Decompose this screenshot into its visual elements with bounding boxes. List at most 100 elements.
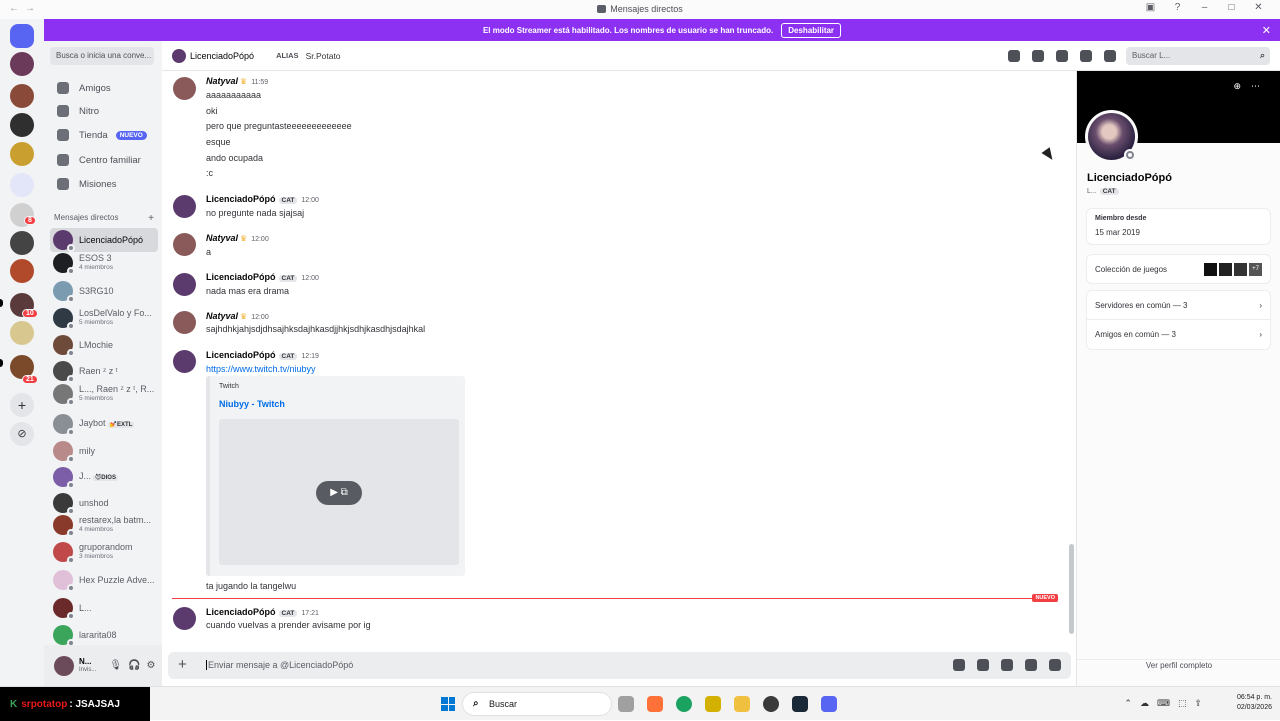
- home-button[interactable]: [10, 24, 34, 48]
- dm-item[interactable]: LicenciadoPópó: [50, 228, 158, 252]
- message-composer[interactable]: + Enviar mensaje a @LicenciadoPópó: [168, 652, 1071, 679]
- avatar: [53, 281, 75, 303]
- headphones-icon[interactable]: 🎧: [128, 660, 146, 671]
- avatar[interactable]: [173, 311, 196, 334]
- gif-icon[interactable]: [977, 659, 989, 671]
- avatar[interactable]: [54, 655, 74, 676]
- pinned-messages-icon[interactable]: [1056, 50, 1068, 62]
- mutual-friends-row[interactable]: Amigos en común — 3 ›: [1087, 320, 1270, 349]
- server-icon[interactable]: [10, 231, 34, 255]
- gift-icon[interactable]: [953, 659, 965, 671]
- scrollbar[interactable]: [1069, 544, 1074, 634]
- dm-item[interactable]: S3RG10: [50, 279, 158, 303]
- dm-item[interactable]: restarex,la batm... 4 miembros: [50, 513, 158, 537]
- discover-icon[interactable]: ⊘: [10, 422, 34, 446]
- message-author[interactable]: Natyval ♛ 12:00: [206, 233, 269, 243]
- dm-item[interactable]: L...: [50, 596, 158, 620]
- message-author[interactable]: Natyval ♛ 11:59: [206, 76, 268, 86]
- message-author[interactable]: LicenciadoPópó CAT 12:00: [206, 272, 319, 282]
- message-link[interactable]: https://www.twitch.tv/niubyy: [206, 364, 316, 374]
- video-call-icon[interactable]: [1032, 50, 1044, 62]
- nav-friends[interactable]: Amigos: [50, 77, 156, 99]
- disable-streamer-button[interactable]: Deshabilitar: [781, 22, 842, 38]
- message-author[interactable]: LicenciadoPópó CAT 12:19: [206, 350, 319, 360]
- dm-item[interactable]: LMochie: [50, 333, 158, 357]
- dm-item[interactable]: ESOS 34 miembros: [50, 251, 158, 275]
- server-icon[interactable]: [10, 113, 34, 137]
- more-icon[interactable]: ⋯: [1251, 81, 1270, 91]
- windows-start-icon[interactable]: [441, 697, 455, 711]
- embed-media[interactable]: ▶ ⧉: [219, 419, 459, 565]
- app-icon[interactable]: [763, 696, 779, 712]
- avatar[interactable]: [173, 607, 196, 630]
- dm-item[interactable]: L..., Raen ᶻ z ᵗ, R... 5 miembros: [50, 382, 158, 406]
- apps-icon[interactable]: [1049, 659, 1061, 671]
- server-icon[interactable]: [10, 259, 34, 283]
- dm-item[interactable]: gruporandom 3 miembros: [50, 540, 158, 564]
- help-icon[interactable]: ?: [1164, 2, 1191, 13]
- nav-nitro[interactable]: Nitro: [50, 100, 156, 122]
- add-friends-to-dm-icon[interactable]: [1080, 50, 1092, 62]
- avatar[interactable]: [173, 195, 196, 218]
- folder-icon[interactable]: [10, 173, 34, 197]
- clock[interactable]: 06:54 p. m. 02/03/2026: [1237, 693, 1272, 713]
- voice-call-icon[interactable]: [1008, 50, 1020, 62]
- server-icon[interactable]: [10, 321, 34, 345]
- attach-button[interactable]: +: [178, 656, 187, 673]
- dm-item[interactable]: Raen ᶻ z ᵗ: [50, 359, 158, 383]
- minimize-button[interactable]: –: [1191, 2, 1218, 13]
- message-input[interactable]: Enviar mensaje a @LicenciadoPópó: [206, 660, 353, 670]
- game-collection-card[interactable]: Colección de juegos +7: [1086, 254, 1271, 284]
- embed-title[interactable]: Niubyy - Twitch: [219, 399, 285, 409]
- settings-icon[interactable]: ⚙: [147, 660, 162, 671]
- taskbar-search[interactable]: ⌕ Buscar: [462, 692, 612, 716]
- close-window-button[interactable]: ✕: [1245, 2, 1272, 13]
- discord-icon[interactable]: [821, 696, 837, 712]
- dm-item[interactable]: J... 😈DIOS: [50, 465, 158, 489]
- dm-item[interactable]: LosDelValo y Fo... 5 miembros: [50, 306, 158, 330]
- steam-icon[interactable]: [792, 696, 808, 712]
- mutual-servers-row[interactable]: Servidores en común — 3 ›: [1087, 291, 1270, 320]
- server-icon[interactable]: [10, 52, 34, 76]
- emoji-icon[interactable]: [1025, 659, 1037, 671]
- create-dm-button[interactable]: +: [148, 213, 154, 224]
- task-view-icon[interactable]: [618, 696, 634, 712]
- avatar[interactable]: [173, 350, 196, 373]
- chat-search-input[interactable]: Buscar L... ⌕: [1126, 47, 1270, 65]
- profile-avatar[interactable]: [1085, 110, 1138, 163]
- dm-item[interactable]: mily: [50, 439, 158, 463]
- close-icon[interactable]: ✕: [1262, 24, 1271, 37]
- chrome-icon[interactable]: [676, 696, 692, 712]
- avatar: [53, 515, 75, 537]
- user-profile-icon[interactable]: [1104, 50, 1116, 62]
- notes-icon[interactable]: [705, 696, 721, 712]
- nav-family-center[interactable]: Centro familiar: [50, 149, 156, 171]
- avatar[interactable]: [173, 233, 196, 256]
- file-explorer-icon[interactable]: [734, 696, 750, 712]
- crown-icon: ♛: [240, 234, 248, 243]
- maximize-button[interactable]: □: [1218, 2, 1245, 13]
- message-author[interactable]: LicenciadoPópó CAT 17:21: [206, 607, 319, 617]
- message-author[interactable]: LicenciadoPópó CAT 12:00: [206, 194, 319, 204]
- inbox-icon[interactable]: ▣: [1137, 2, 1164, 13]
- firefox-icon[interactable]: [647, 696, 663, 712]
- sticker-icon[interactable]: [1001, 659, 1013, 671]
- server-icon[interactable]: [10, 84, 34, 108]
- dm-item[interactable]: unshod: [50, 491, 158, 515]
- avatar[interactable]: [173, 77, 196, 100]
- dm-item[interactable]: lararita08: [50, 623, 158, 647]
- nav-quests[interactable]: Misiones: [50, 173, 156, 195]
- nav-shop[interactable]: Tienda NUEVO: [50, 124, 156, 146]
- add-friend-icon[interactable]: ⊕: [1233, 81, 1251, 91]
- dm-item[interactable]: Hex Puzzle Adve...: [50, 568, 158, 592]
- avatar[interactable]: [173, 273, 196, 296]
- view-full-profile-link[interactable]: Ver perfil completo: [1077, 661, 1280, 670]
- system-tray[interactable]: ⌃☁⌨⬚⇪: [1124, 698, 1210, 709]
- add-server-icon[interactable]: +: [10, 393, 34, 417]
- microphone-icon[interactable]: 🎙: [109, 660, 128, 671]
- play-icon[interactable]: ▶ ⧉: [316, 481, 362, 505]
- dm-item[interactable]: Jaybot 💅EXTL: [50, 412, 158, 436]
- server-icon[interactable]: [10, 142, 34, 166]
- search-input[interactable]: Busca o inicia una conve...: [50, 47, 154, 65]
- message-author[interactable]: Natyval ♛ 12:00: [206, 311, 269, 321]
